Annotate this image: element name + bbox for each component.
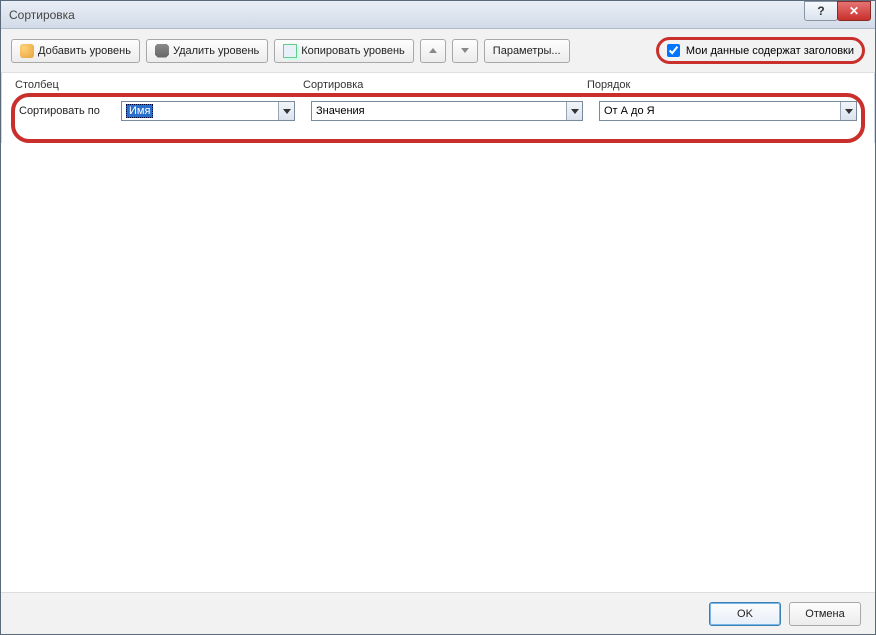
order-value: От А до Я bbox=[604, 105, 655, 117]
ok-label: OK bbox=[737, 608, 753, 620]
column-value: Имя bbox=[126, 104, 153, 118]
sort-level-row: Сортировать по Имя Значения От А до Я bbox=[19, 99, 857, 123]
toolbar: Добавить уровень Удалить уровень Копиров… bbox=[1, 29, 875, 73]
question-icon: ? bbox=[817, 4, 824, 18]
copy-level-label: Копировать уровень bbox=[301, 45, 405, 57]
arrow-up-icon bbox=[429, 48, 437, 53]
window-title: Сортировка bbox=[9, 8, 75, 22]
column-dropdown[interactable]: Имя bbox=[121, 101, 295, 121]
headers-checkbox[interactable] bbox=[667, 44, 680, 57]
dialog-footer: OK Отмена bbox=[1, 592, 875, 634]
column-dropdown-button[interactable] bbox=[278, 102, 294, 120]
options-button[interactable]: Параметры... bbox=[484, 39, 570, 63]
delete-icon bbox=[155, 44, 169, 58]
header-order: Порядок bbox=[587, 79, 861, 91]
order-dropdown-button[interactable] bbox=[840, 102, 856, 120]
chevron-down-icon bbox=[845, 109, 853, 114]
options-label: Параметры... bbox=[493, 45, 561, 57]
sort-by-label: Сортировать по bbox=[19, 105, 115, 117]
cancel-label: Отмена bbox=[805, 608, 844, 620]
arrow-down-icon bbox=[461, 48, 469, 53]
ok-button[interactable]: OK bbox=[709, 602, 781, 626]
headers-checkbox-label: Мои данные содержат заголовки bbox=[686, 45, 854, 57]
copy-icon bbox=[283, 44, 297, 58]
column-headers: Столбец Сортировка Порядок bbox=[1, 73, 875, 93]
delete-level-button[interactable]: Удалить уровень bbox=[146, 39, 268, 63]
delete-level-label: Удалить уровень bbox=[173, 45, 259, 57]
header-column: Столбец bbox=[15, 79, 303, 91]
order-dropdown[interactable]: От А до Я bbox=[599, 101, 857, 121]
header-sort-on: Сортировка bbox=[303, 79, 587, 91]
cancel-button[interactable]: Отмена bbox=[789, 602, 861, 626]
headers-checkbox-group[interactable]: Мои данные содержат заголовки bbox=[656, 37, 865, 64]
move-down-button[interactable] bbox=[452, 39, 478, 63]
sort-on-value: Значения bbox=[316, 105, 365, 117]
close-button[interactable]: ✕ bbox=[837, 1, 871, 21]
chevron-down-icon bbox=[283, 109, 291, 114]
add-level-label: Добавить уровень bbox=[38, 45, 131, 57]
sort-dialog: Сортировка ? ✕ Добавить уровень Удалить … bbox=[0, 0, 876, 635]
help-button[interactable]: ? bbox=[804, 1, 838, 21]
sort-levels-highlight: Сортировать по Имя Значения От А до Я bbox=[11, 93, 865, 143]
move-up-button[interactable] bbox=[420, 39, 446, 63]
sort-on-dropdown-button[interactable] bbox=[566, 102, 582, 120]
add-icon bbox=[20, 44, 34, 58]
chevron-down-icon bbox=[571, 109, 579, 114]
empty-levels-area bbox=[1, 143, 875, 613]
close-icon: ✕ bbox=[849, 4, 859, 18]
copy-level-button[interactable]: Копировать уровень bbox=[274, 39, 414, 63]
sort-on-dropdown[interactable]: Значения bbox=[311, 101, 583, 121]
titlebar: Сортировка ? ✕ bbox=[1, 1, 875, 29]
window-controls: ? ✕ bbox=[805, 1, 871, 21]
add-level-button[interactable]: Добавить уровень bbox=[11, 39, 140, 63]
